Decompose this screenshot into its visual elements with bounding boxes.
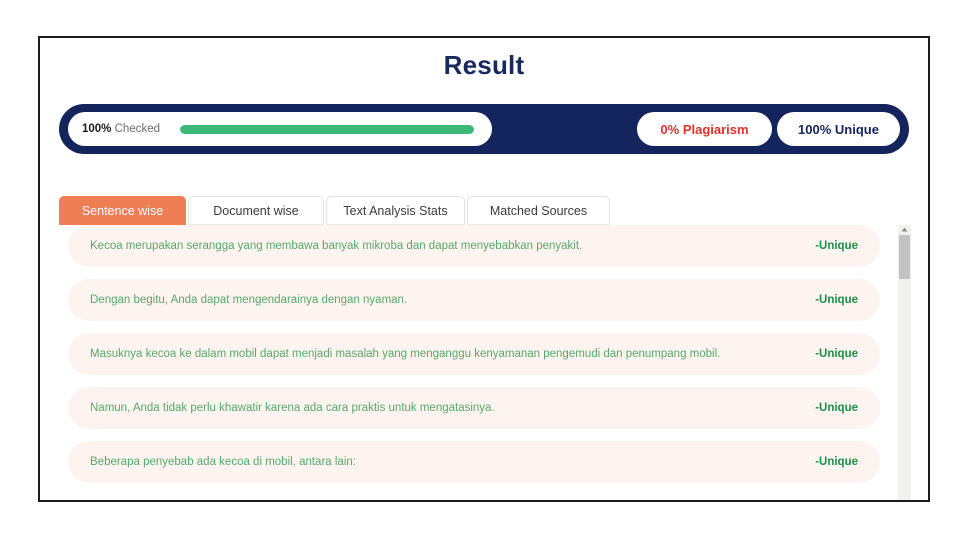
tab-bar: Sentence wise Document wise Text Analysi… <box>59 196 911 225</box>
unique-badge[interactable]: 100% Unique <box>777 112 900 146</box>
sentence-text: Kecoa merupakan serangga yang membawa ba… <box>90 240 583 252</box>
table-row[interactable]: Dengan begitu, Anda dapat mengendarainya… <box>68 279 880 321</box>
tab-text-analysis-stats[interactable]: Text Analysis Stats <box>326 196 465 225</box>
status-badge: -Unique <box>815 348 858 360</box>
summary-bar: 100% Checked 0% Plagiarism 100% Unique <box>59 104 909 154</box>
scroll-up-arrow-icon[interactable] <box>898 225 911 234</box>
tab-matched-sources[interactable]: Matched Sources <box>467 196 610 225</box>
checked-percent: 100% <box>82 123 112 135</box>
checked-word: Checked <box>114 123 161 135</box>
checked-status-label: 100% Checked <box>82 123 160 135</box>
progress-fill <box>180 124 474 134</box>
scrollbar-thumb[interactable] <box>899 235 910 279</box>
plagiarism-badge-label: 0% Plagiarism <box>660 121 749 137</box>
screenshot-root: Result 100% Checked 0% Plagiarism 100% U… <box>0 0 960 540</box>
sentence-text: Namun, Anda tidak perlu khawatir karena … <box>90 402 495 414</box>
table-row[interactable]: Masuknya kecoa ke dalam mobil dapat menj… <box>68 333 880 375</box>
table-row[interactable]: Namun, Anda tidak perlu khawatir karena … <box>68 387 880 429</box>
status-badge: -Unique <box>815 456 858 468</box>
vertical-scrollbar[interactable] <box>898 225 911 500</box>
sentence-text: Masuknya kecoa ke dalam mobil dapat menj… <box>90 348 721 360</box>
sentence-text: Dengan begitu, Anda dapat mengendarainya… <box>90 294 408 306</box>
table-row[interactable]: Kecoa merupakan serangga yang membawa ba… <box>68 225 880 267</box>
results-scroll-area[interactable]: Kecoa merupakan serangga yang membawa ba… <box>59 225 911 500</box>
status-badge: -Unique <box>815 402 858 414</box>
tab-text-analysis-stats-label: Text Analysis Stats <box>343 203 448 218</box>
tab-matched-sources-label: Matched Sources <box>489 203 588 218</box>
progress-pill: 100% Checked <box>68 112 492 146</box>
result-window: Result 100% Checked 0% Plagiarism 100% U… <box>38 36 930 502</box>
tab-sentence-wise[interactable]: Sentence wise <box>59 196 186 225</box>
tab-sentence-wise-label: Sentence wise <box>81 203 164 218</box>
page-title: Result <box>443 50 525 80</box>
unique-badge-label: 100% Unique <box>798 121 879 137</box>
status-badge: -Unique <box>815 240 858 252</box>
sentence-list: Kecoa merupakan serangga yang membawa ba… <box>59 225 889 495</box>
status-badge: -Unique <box>815 294 858 306</box>
tab-document-wise-label: Document wise <box>213 203 299 218</box>
plagiarism-badge[interactable]: 0% Plagiarism <box>637 112 772 146</box>
table-row[interactable]: Beberapa penyebab ada kecoa di mobil, an… <box>68 441 880 483</box>
sentence-text: Beberapa penyebab ada kecoa di mobil, an… <box>90 456 356 468</box>
progress-track <box>180 124 474 134</box>
tab-document-wise[interactable]: Document wise <box>188 196 324 225</box>
